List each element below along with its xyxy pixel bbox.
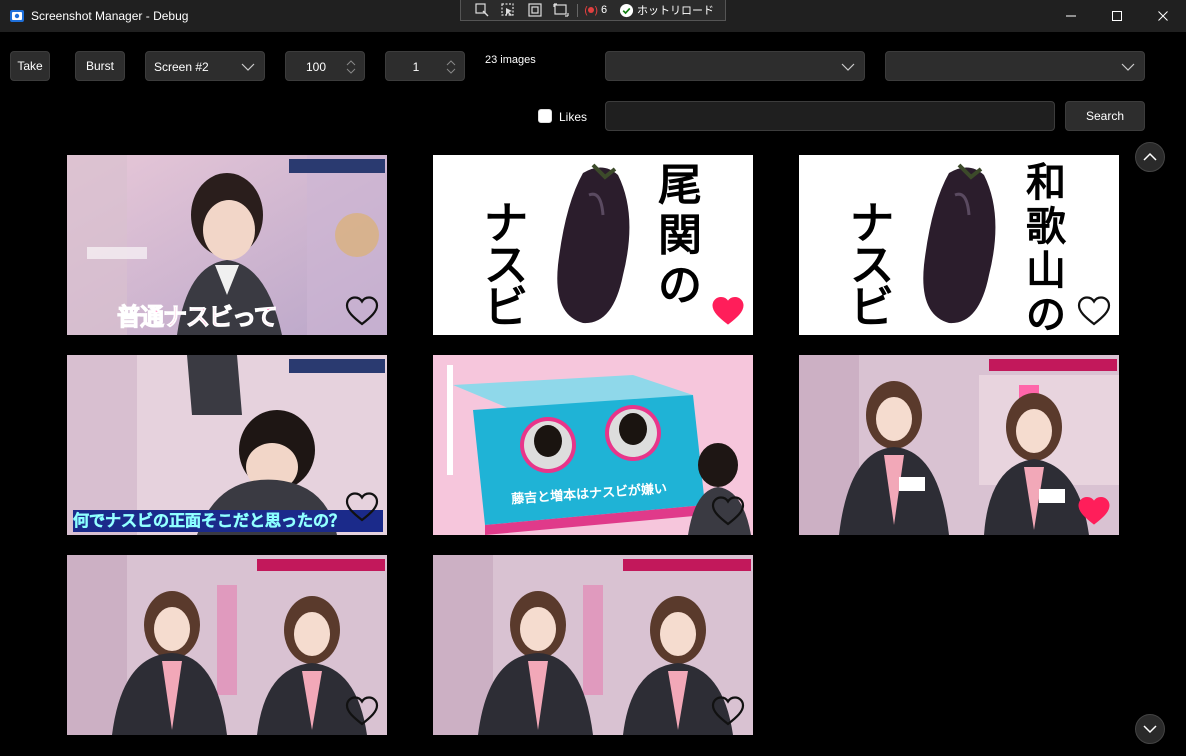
binding-failures-count: 6 xyxy=(601,4,608,16)
heart-outline-icon[interactable] xyxy=(345,491,379,523)
screenshot-image xyxy=(799,355,1119,535)
burst-button[interactable]: Burst xyxy=(75,51,125,81)
maximize-button[interactable] xyxy=(1094,0,1140,32)
spinner-icon[interactable] xyxy=(446,58,456,76)
filter-select-2[interactable] xyxy=(885,51,1145,81)
thumbnail-4[interactable]: 何でナスビの正面そこだと思ったの？ xyxy=(67,355,387,535)
screenshot-image xyxy=(433,555,753,735)
display-layout-adorners-icon[interactable] xyxy=(527,2,543,18)
app-icon xyxy=(10,10,24,22)
filter-select-1[interactable] xyxy=(605,51,865,81)
heart-filled-icon[interactable] xyxy=(1077,495,1111,527)
quality-input[interactable]: 100 xyxy=(285,51,365,81)
thumbnail-2[interactable]: 尾関の ナスビ xyxy=(433,155,753,335)
thumbnail-caption: 尾関の xyxy=(658,160,702,311)
interval-value: 1 xyxy=(412,60,420,74)
close-button[interactable] xyxy=(1140,0,1186,32)
screenshot-image xyxy=(67,355,387,535)
svg-text:): ) xyxy=(594,4,598,17)
thumbnail-1[interactable]: 普通ナスビって xyxy=(67,155,387,335)
screen-select-value: Screen #2 xyxy=(154,60,209,74)
heart-outline-icon[interactable] xyxy=(711,695,745,727)
close-icon xyxy=(1158,11,1168,21)
search-input[interactable] xyxy=(605,101,1055,131)
heart-outline-icon[interactable] xyxy=(345,695,379,727)
chevron-down-icon xyxy=(841,63,855,71)
thumbnail-caption: 和歌山の xyxy=(1026,159,1066,336)
image-count: 23 images xyxy=(485,54,536,66)
chevron-up-icon xyxy=(1143,152,1157,161)
maximize-icon xyxy=(1112,11,1122,21)
screen-select[interactable]: Screen #2 xyxy=(145,51,265,81)
debug-separator xyxy=(577,4,578,17)
quality-value: 100 xyxy=(305,60,327,74)
chevron-down-icon xyxy=(1121,63,1135,71)
search-button[interactable]: Search xyxy=(1065,101,1145,131)
hot-reload-label: ホットリロード xyxy=(637,5,714,17)
screenshot-image xyxy=(67,555,387,735)
thumbnail-5[interactable]: 藤吉と増本はナスビが嫌い xyxy=(433,355,753,535)
debug-toolbar: ( ) 6 ホットリロード xyxy=(460,0,726,21)
heart-outline-icon[interactable] xyxy=(711,495,745,527)
live-visual-tree-icon[interactable] xyxy=(474,2,490,18)
likes-checkbox[interactable] xyxy=(538,109,552,123)
take-button[interactable]: Take xyxy=(10,51,50,81)
heart-outline-icon[interactable] xyxy=(345,295,379,327)
thumbnail-caption-2: ナスビ xyxy=(484,198,528,333)
heart-outline-icon[interactable] xyxy=(1077,295,1111,327)
select-element-icon[interactable] xyxy=(500,2,516,18)
hot-reload-status: ホットリロード xyxy=(619,2,714,18)
heart-filled-icon[interactable] xyxy=(711,295,745,327)
check-circle-icon xyxy=(619,3,634,17)
svg-text:(: ( xyxy=(584,4,588,17)
minimize-icon xyxy=(1066,15,1076,17)
chevron-down-icon xyxy=(1143,725,1157,734)
scroll-down-button[interactable] xyxy=(1135,714,1165,744)
thumbnail-caption: 何でナスビの正面そこだと思ったの？ xyxy=(73,510,383,532)
binding-failures-icon[interactable]: ( ) xyxy=(583,2,599,18)
screenshot-image xyxy=(433,355,753,535)
minimize-button[interactable] xyxy=(1048,0,1094,32)
thumbnail-caption-2: ナスビ xyxy=(850,198,894,333)
thumbnail-8[interactable] xyxy=(433,555,753,735)
scroll-up-button[interactable] xyxy=(1135,142,1165,172)
track-focus-icon[interactable] xyxy=(553,2,569,18)
thumbnail-3[interactable]: 和歌山の ナスビ xyxy=(799,155,1119,335)
interval-input[interactable]: 1 xyxy=(385,51,465,81)
window-title: Screenshot Manager - Debug xyxy=(31,9,189,23)
likes-label: Likes xyxy=(559,110,588,124)
thumbnail-6[interactable] xyxy=(799,355,1119,535)
spinner-icon[interactable] xyxy=(346,58,356,76)
chevron-down-icon xyxy=(241,63,255,71)
thumbnail-7[interactable] xyxy=(67,555,387,735)
thumbnail-caption: 普通ナスビって xyxy=(117,303,279,332)
title-bar: Screenshot Manager - Debug ( ) 6 ホットリロード xyxy=(0,0,1186,32)
